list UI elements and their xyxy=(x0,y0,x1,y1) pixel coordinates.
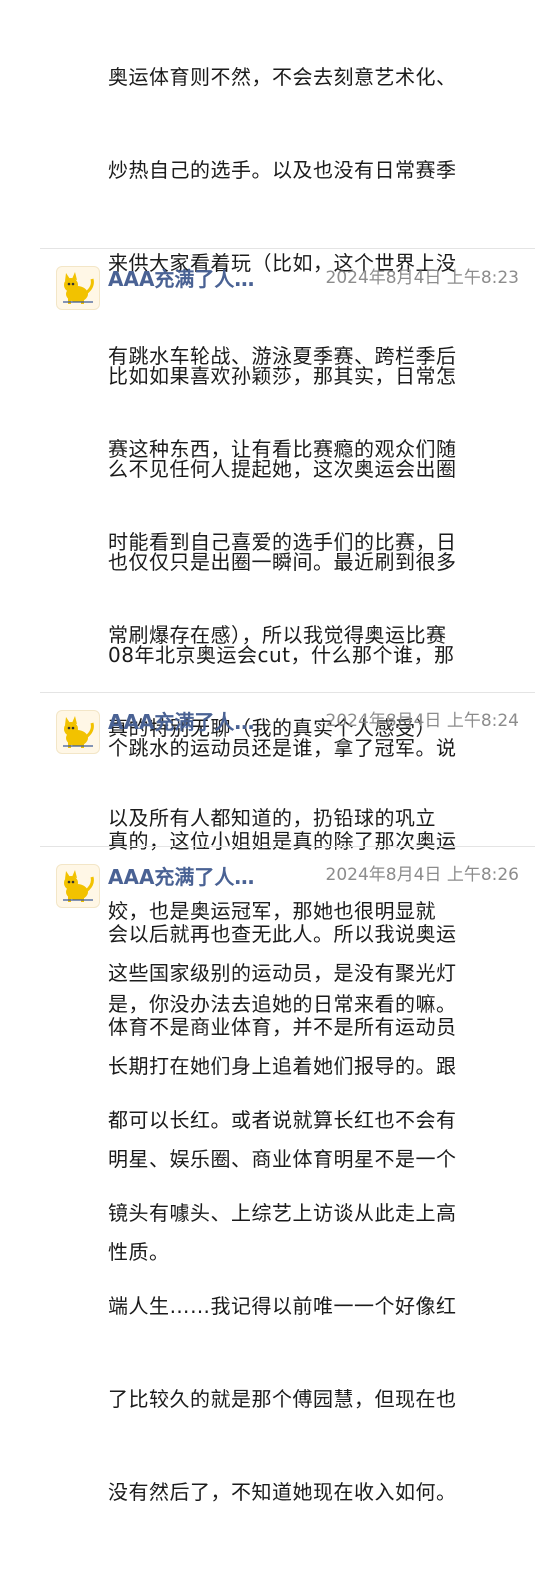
message-timestamp: 2024年8月4日 上午8:24 xyxy=(325,711,519,731)
message-line: 08年北京奥运会cut，什么那个谁，那 xyxy=(108,643,455,667)
cat-avatar-icon xyxy=(63,716,94,748)
message-line: 奥运体育则不然，不会去刻意艺术化、 xyxy=(108,65,457,89)
message-line: 以及所有人都知道的，扔铅球的巩立 xyxy=(108,806,436,830)
comment-thread[interactable]: 奥运体育则不然，不会去刻意艺术化、 炒热自己的选手。以及也没有日常赛季 来供大家… xyxy=(0,0,547,1504)
message-divider xyxy=(40,692,535,693)
message-timestamp: 2024年8月4日 上午8:23 xyxy=(325,268,519,288)
sender-avatar[interactable] xyxy=(56,864,100,908)
message-body: 这些国家级别的运动员，是没有聚光灯 长期打在她们身上追着她们报导的。跟 明星、娱… xyxy=(108,896,508,1330)
sender-avatar[interactable] xyxy=(56,266,100,310)
message-divider xyxy=(40,248,535,249)
message-line: 么不见任何人提起她，这次奥运会出圈 xyxy=(108,457,457,481)
message-line: 长期打在她们身上追着她们报导的。跟 xyxy=(108,1054,457,1078)
message-line: 这些国家级别的运动员，是没有聚光灯 xyxy=(108,961,457,985)
sender-name[interactable]: AAA充满了人… xyxy=(108,708,286,736)
cat-avatar-icon xyxy=(63,870,94,902)
sender-name[interactable]: AAA充满了人… xyxy=(108,265,286,293)
cat-avatar-icon xyxy=(63,272,94,304)
message-timestamp: 2024年8月4日 上午8:26 xyxy=(325,865,519,885)
message-line: 也仅仅只是出圈一瞬间。最近刷到很多 xyxy=(108,550,457,574)
message-line: 了比较久的就是那个傅园慧，但现在也 xyxy=(108,1387,457,1411)
message-line: 性质。 xyxy=(108,1240,170,1264)
message-line: 没有然后了，不知道她现在收入如何。 xyxy=(108,1480,457,1504)
sender-avatar[interactable] xyxy=(56,710,100,754)
message-line: 明星、娱乐圈、商业体育明星不是一个 xyxy=(108,1147,457,1171)
sender-name[interactable]: AAA充满了人… xyxy=(108,863,286,891)
message-line: 比如如果喜欢孙颖莎，那其实，日常怎 xyxy=(108,364,457,388)
message-line: 炒热自己的选手。以及也没有日常赛季 xyxy=(108,158,457,182)
message-divider xyxy=(40,846,535,847)
